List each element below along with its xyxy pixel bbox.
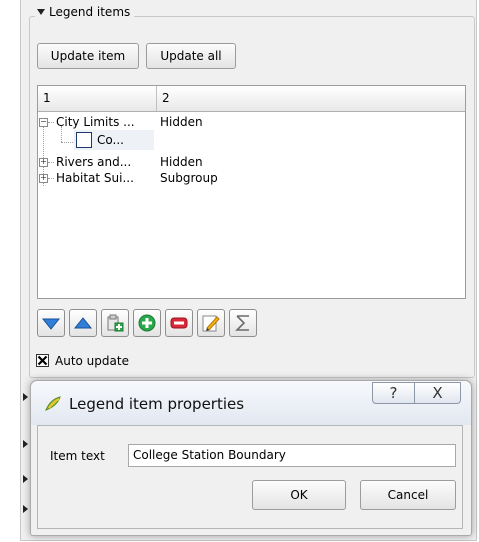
move-down-button[interactable] [37, 309, 65, 337]
legend-item-properties-dialog: Legend item properties ? X Item text Col… [30, 380, 472, 536]
update-item-button[interactable]: Update item [37, 43, 139, 69]
tree-row-rivers-type: Hidden [160, 155, 203, 169]
auto-update-label: Auto update [55, 354, 129, 368]
remove-item-button[interactable] [165, 309, 193, 337]
close-icon: X [432, 384, 443, 402]
tree-line [48, 122, 54, 123]
dialog-title: Legend item properties [69, 395, 245, 413]
tree-line [48, 162, 54, 163]
expand-section-icon[interactable] [23, 475, 28, 483]
tree-row-college-station[interactable]: Co... [97, 132, 124, 148]
ok-button[interactable]: OK [252, 480, 346, 510]
tree-row-rivers[interactable]: Rivers and... [56, 154, 131, 170]
close-button[interactable]: X [415, 382, 461, 404]
add-item-icon [138, 314, 156, 332]
dialog-body: Item text College Station Boundary OK Ca… [37, 425, 463, 529]
tree-row-habitat[interactable]: Habitat Sui... [56, 170, 134, 186]
tree-row-habitat-type: Subgroup [160, 171, 218, 185]
remove-item-icon [170, 317, 188, 329]
sigma-icon [235, 315, 249, 331]
legend-items-toggle[interactable]: Legend items [35, 4, 135, 20]
layer-symbol-icon [76, 132, 92, 148]
add-group-button[interactable] [101, 309, 129, 337]
item-text-input[interactable]: College Station Boundary [128, 444, 456, 467]
legend-items-title: Legend items [49, 5, 131, 19]
sum-button[interactable] [229, 309, 257, 337]
cancel-button[interactable]: Cancel [360, 480, 456, 510]
collapse-toggle-icon[interactable]: − [39, 118, 48, 127]
auto-update-checkbox[interactable] [36, 354, 49, 367]
item-text-label: Item text [50, 449, 105, 463]
legend-items-tree[interactable]: 1 2 − City Limits ... Hidden Co... + Riv… [37, 85, 466, 299]
tree-line [48, 178, 54, 179]
expand-toggle-icon[interactable]: + [39, 158, 48, 167]
move-up-icon [73, 317, 93, 329]
column-header-2[interactable]: 2 [157, 86, 465, 111]
expand-section-icon[interactable] [23, 440, 28, 448]
add-group-icon [107, 314, 124, 332]
help-icon: ? [389, 384, 398, 402]
help-button[interactable]: ? [372, 382, 415, 404]
expand-toggle-icon[interactable]: + [39, 174, 48, 183]
move-up-button[interactable] [69, 309, 97, 337]
tree-header: 1 2 [38, 86, 465, 112]
tree-row-city-limits-type: Hidden [160, 115, 203, 129]
qgis-logo-icon [45, 396, 61, 411]
collapse-arrow-icon [37, 9, 45, 15]
dialog-titlebar[interactable]: Legend item properties ? X [31, 381, 471, 425]
column-header-1[interactable]: 1 [38, 86, 157, 111]
tree-line [61, 142, 73, 143]
update-all-button[interactable]: Update all [146, 43, 236, 69]
edit-item-icon [202, 315, 220, 332]
add-item-button[interactable] [133, 309, 161, 337]
expand-section-icon[interactable] [23, 505, 28, 513]
checkmark-x-icon [37, 355, 48, 366]
expand-section-icon[interactable] [23, 393, 28, 401]
tree-row-city-limits[interactable]: City Limits ... [56, 114, 135, 130]
move-down-icon [41, 318, 61, 330]
edit-item-button[interactable] [197, 309, 225, 337]
